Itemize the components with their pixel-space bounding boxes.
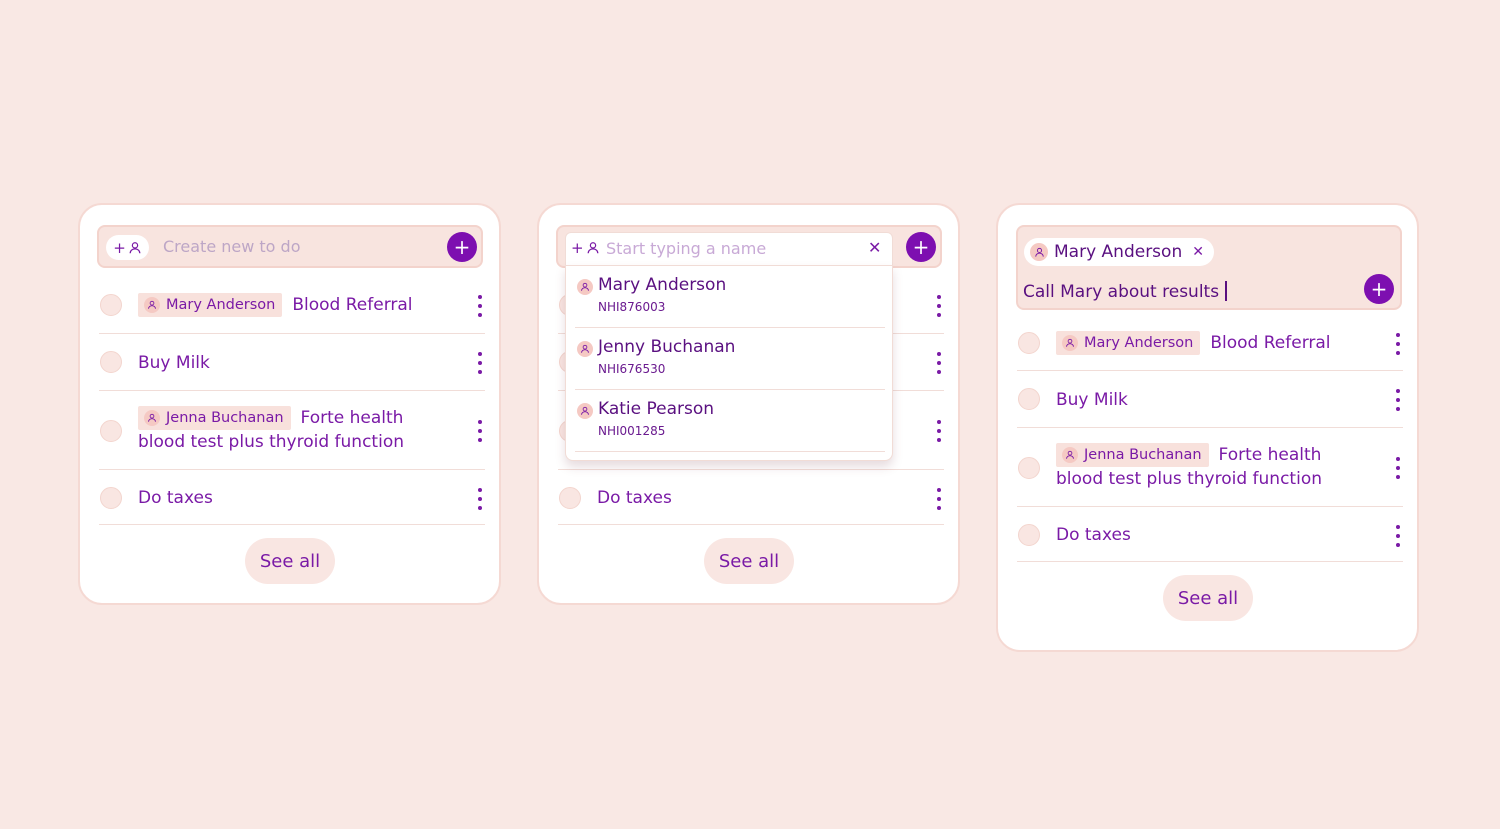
create-todo-bar[interactable]: + Create new to do + <box>97 225 483 268</box>
todo-text: Blood Referral <box>292 295 413 315</box>
suggestion-name: Jenny Buchanan <box>598 337 736 357</box>
more-options-icon[interactable] <box>1395 457 1401 479</box>
person-icon <box>128 241 142 255</box>
add-person-icon: + <box>571 239 600 257</box>
todo-row: Mary Anderson Blood Referral <box>99 277 485 334</box>
more-options-icon[interactable] <box>477 352 483 374</box>
close-icon[interactable]: ✕ <box>868 240 881 256</box>
more-options-icon[interactable] <box>936 352 942 374</box>
more-options-icon[interactable] <box>1395 525 1401 547</box>
more-options-icon[interactable] <box>936 488 942 510</box>
suggestion-item[interactable]: Katie Pearson NHI001285 <box>575 390 885 452</box>
suggestion-id: NHI876003 <box>598 300 666 314</box>
todo-content: Jenna Buchanan Forte health blood test pl… <box>1056 443 1373 491</box>
suggestion-name: Katie Pearson <box>598 399 715 419</box>
more-options-icon[interactable] <box>1395 389 1401 411</box>
todo-checkbox[interactable] <box>100 294 122 316</box>
todo-text: Do taxes <box>138 488 213 508</box>
see-all-button[interactable]: See all <box>245 538 335 584</box>
suggestion-item[interactable]: Mary Anderson NHI876003 <box>575 266 885 328</box>
todo-card-default: + Create new to do + Mary Anderson Blood … <box>78 203 501 605</box>
todo-checkbox[interactable] <box>100 420 122 442</box>
suggestion-id: NHI676530 <box>598 362 666 376</box>
todo-checkbox[interactable] <box>100 487 122 509</box>
todo-row: Do taxes <box>1017 507 1403 562</box>
todo-checkbox[interactable] <box>1018 388 1040 410</box>
todo-text: Buy Milk <box>1056 390 1128 410</box>
todo-checkbox[interactable] <box>559 487 581 509</box>
text-caret <box>1225 281 1227 301</box>
suggestion-name: Mary Anderson <box>598 275 727 295</box>
person-icon <box>144 410 160 426</box>
todo-text: Do taxes <box>1056 525 1131 545</box>
person-icon <box>1030 243 1048 261</box>
todo-row: Do taxes <box>558 470 944 525</box>
create-todo-input[interactable]: Create new to do <box>163 237 301 256</box>
add-todo-button[interactable]: + <box>447 232 477 262</box>
person-tag[interactable]: Mary Anderson <box>1056 331 1201 355</box>
plus-icon: + <box>113 238 126 257</box>
more-options-icon[interactable] <box>1395 333 1401 355</box>
todo-text: Buy Milk <box>138 353 210 373</box>
todo-row: Buy Milk <box>99 334 485 391</box>
todo-checkbox[interactable] <box>1018 524 1040 546</box>
more-options-icon[interactable] <box>936 420 942 442</box>
todo-row: Do taxes <box>99 470 485 525</box>
selected-person-chip[interactable]: Mary Anderson ✕ <box>1024 238 1214 266</box>
compose-todo-input[interactable]: Call Mary about results <box>1023 281 1227 302</box>
person-icon <box>577 403 593 419</box>
see-all-button[interactable]: See all <box>1163 575 1253 621</box>
todo-checkbox[interactable] <box>100 351 122 373</box>
suggestion-id: NHI001285 <box>598 424 666 438</box>
suggestion-item[interactable]: Jenny Buchanan NHI676530 <box>575 328 885 390</box>
more-options-icon[interactable] <box>936 295 942 317</box>
more-options-icon[interactable] <box>477 420 483 442</box>
todo-text: Blood Referral <box>1210 333 1331 353</box>
todo-checkbox[interactable] <box>1018 457 1040 479</box>
todo-card-compose: Mary Anderson ✕ Call Mary about results … <box>996 203 1419 652</box>
person-tag[interactable]: Jenna Buchanan <box>138 406 291 430</box>
todo-row: Mary Anderson Blood Referral <box>1017 315 1403 371</box>
person-tag[interactable]: Jenna Buchanan <box>1056 443 1209 467</box>
todo-checkbox[interactable] <box>1018 332 1040 354</box>
person-search-input[interactable]: Start typing a name <box>606 239 766 258</box>
compose-todo-bar[interactable]: Mary Anderson ✕ Call Mary about results … <box>1016 225 1402 310</box>
person-icon <box>1062 447 1078 463</box>
person-icon <box>577 279 593 295</box>
todo-row: Buy Milk <box>1017 371 1403 428</box>
remove-person-icon[interactable]: ✕ <box>1192 244 1204 260</box>
person-icon <box>1062 335 1078 351</box>
add-todo-button[interactable]: + <box>906 232 936 262</box>
todo-text: Do taxes <box>597 488 672 508</box>
person-search-field[interactable]: + Start typing a name ✕ <box>565 232 893 266</box>
assign-person-button[interactable]: + <box>106 235 149 260</box>
person-tag[interactable]: Mary Anderson <box>138 293 283 317</box>
person-icon <box>144 297 160 313</box>
todo-card-person-search: + Do taxes See all + Start typing a name… <box>537 203 960 605</box>
see-all-button[interactable]: See all <box>704 538 794 584</box>
more-options-icon[interactable] <box>477 488 483 510</box>
person-icon <box>577 341 593 357</box>
todo-content: Jenna Buchanan Forte health blood test pl… <box>138 406 455 454</box>
todo-content: Mary Anderson Blood Referral <box>1056 331 1373 355</box>
todo-content: Mary Anderson Blood Referral <box>138 293 455 317</box>
more-options-icon[interactable] <box>477 295 483 317</box>
todo-row: Jenna Buchanan Forte health blood test pl… <box>99 391 485 470</box>
add-todo-button[interactable]: + <box>1364 274 1394 304</box>
todo-row: Jenna Buchanan Forte health blood test pl… <box>1017 428 1403 507</box>
person-suggestions-dropdown: Mary Anderson NHI876003 Jenny Buchanan N… <box>565 265 893 461</box>
